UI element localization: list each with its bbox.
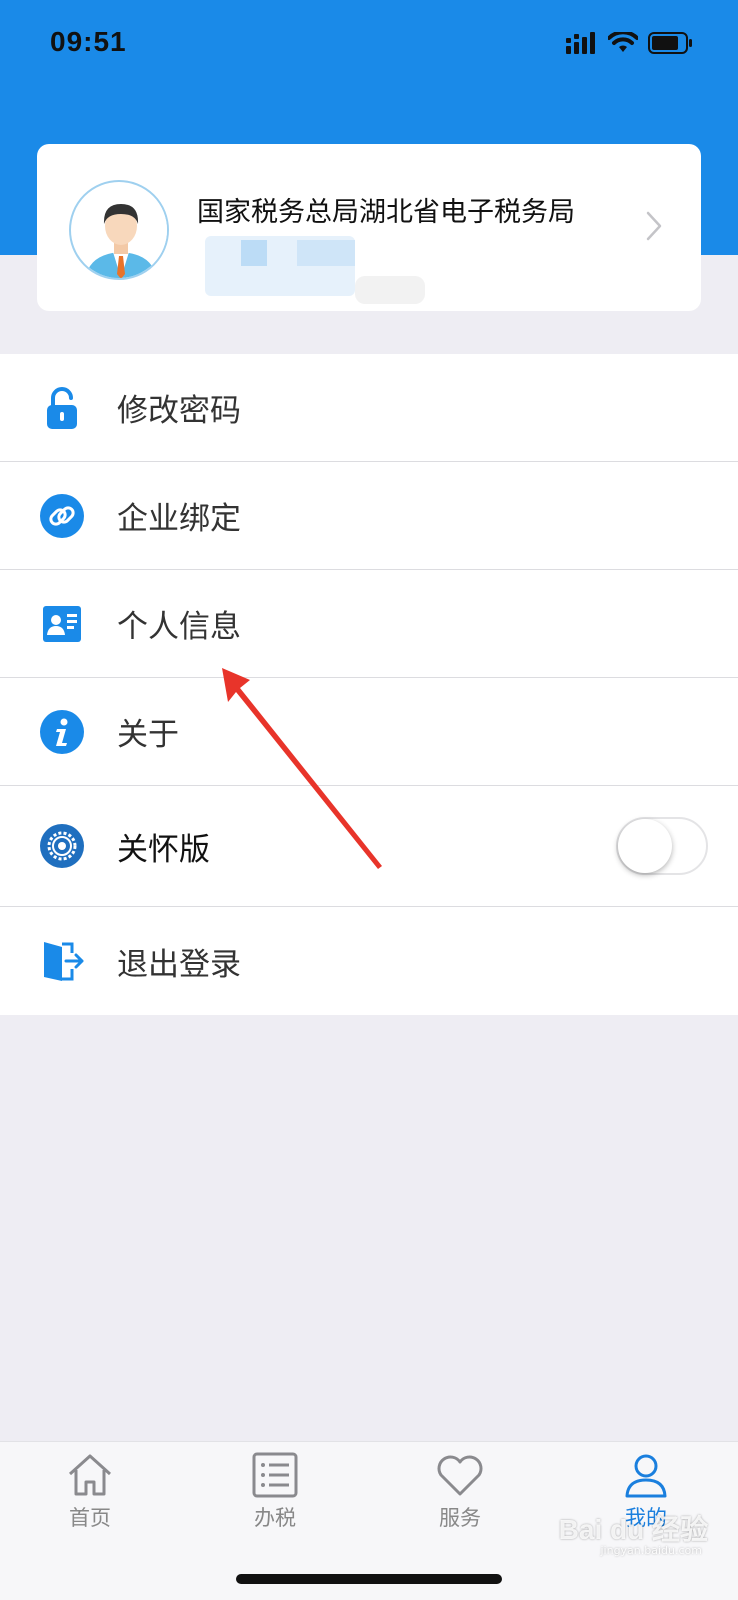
user-avatar-icon	[69, 180, 169, 280]
signal-icon	[566, 32, 595, 54]
status-time: 09:51	[50, 26, 127, 57]
tab-service[interactable]: 服务	[400, 1452, 520, 1552]
link-icon	[40, 493, 84, 538]
tab-label: 首页	[69, 1506, 111, 1530]
logout-door-icon	[44, 942, 84, 981]
care-mode-toggle[interactable]	[616, 817, 708, 875]
profile-sub-redacted	[205, 236, 425, 304]
watermark: Bai du 经验	[558, 1514, 708, 1545]
lock-icon	[47, 386, 77, 429]
toggle-knob	[618, 819, 672, 873]
gear-icon	[40, 824, 84, 868]
status-bar: 09:51	[0, 0, 738, 90]
home-indicator[interactable]	[236, 1574, 502, 1584]
menu-item-company-binding[interactable]: 企业绑定	[0, 462, 738, 570]
tab-label: 办税	[254, 1506, 296, 1530]
menu-label: 关于	[117, 717, 179, 753]
person-icon	[625, 1454, 667, 1498]
watermark-sub: jingyan.baidu.com	[600, 1544, 702, 1557]
home-icon	[68, 1454, 112, 1496]
menu-label: 关怀版	[117, 831, 210, 868]
battery-icon	[648, 32, 692, 54]
annotation-arrow	[222, 668, 382, 869]
menu-label: 修改密码	[117, 393, 241, 429]
status-icons	[566, 32, 694, 54]
menu-label: 企业绑定	[117, 501, 241, 537]
menu-label: 退出登录	[117, 946, 241, 983]
profile-card[interactable]: 国家税务总局湖北省电子税务局	[37, 144, 701, 311]
menu-item-logout[interactable]: 退出登录	[0, 907, 738, 1015]
list-icon	[252, 1452, 298, 1498]
info-icon	[40, 709, 84, 754]
id-card-icon	[43, 605, 81, 642]
menu-label: 个人信息	[117, 609, 241, 645]
tab-home[interactable]: 首页	[30, 1452, 150, 1552]
chevron-right-icon	[646, 211, 662, 241]
menu-item-change-password[interactable]: 修改密码	[0, 354, 738, 462]
profile-name: 国家税务总局湖北省电子税务局	[197, 197, 575, 228]
wifi-icon	[608, 32, 638, 52]
tab-label: 服务	[439, 1506, 481, 1530]
heart-icon	[437, 1455, 483, 1496]
tab-tax[interactable]: 办税	[215, 1452, 335, 1552]
